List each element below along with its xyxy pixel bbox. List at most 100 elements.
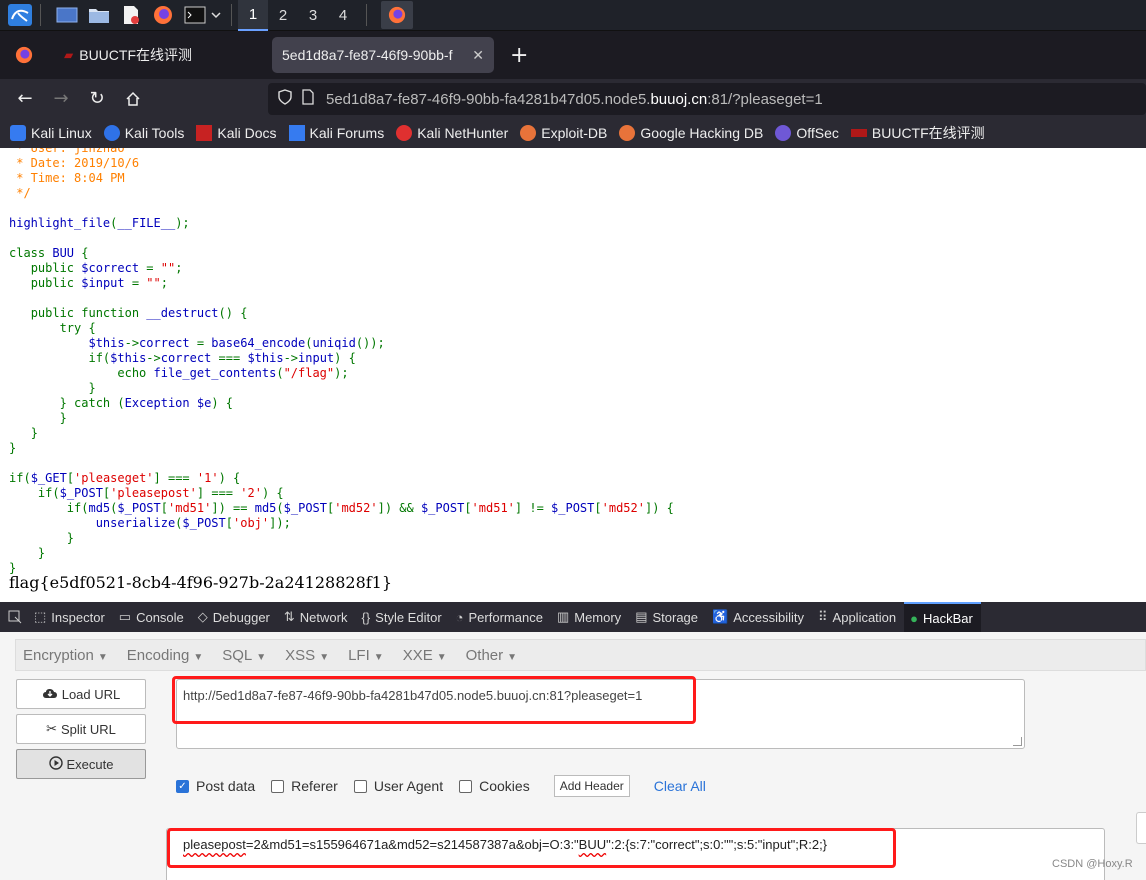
tab-label: 5ed1d8a7-fe87-46f9-90bb-f [282, 47, 453, 63]
bookmarks-toolbar: Kali Linux Kali Tools Kali Docs Kali For… [0, 118, 1146, 148]
shield-icon[interactable] [278, 89, 292, 109]
highlight-box-post [167, 828, 896, 868]
bookmark-kali-forums[interactable]: Kali Forums [288, 125, 384, 141]
forward-arrow-icon[interactable]: → [47, 85, 75, 113]
menu-encryption[interactable]: Encryption ▼ [23, 647, 108, 664]
tab-accessibility[interactable]: ♿ Accessibility [706, 602, 812, 632]
page-icon[interactable] [302, 89, 314, 109]
ghdb-icon [619, 125, 636, 141]
firefox-window-icon[interactable] [381, 1, 413, 29]
menu-xxe[interactable]: XXE ▼ [403, 647, 447, 664]
page-content: * User: jinzhao * Date: 2019/10/6 * Time… [0, 148, 1146, 602]
close-icon[interactable]: ✕ [472, 47, 484, 64]
checkbox-box [353, 779, 367, 793]
cookies-checkbox[interactable]: Cookies [459, 778, 530, 794]
menu-lfi[interactable]: LFI ▼ [348, 647, 384, 664]
caret-down-icon: ▼ [193, 651, 204, 663]
tab-debugger[interactable]: ◇ Debugger [192, 602, 278, 632]
caret-down-icon: ▼ [256, 651, 267, 663]
tab-hackbar[interactable]: ● HackBar [904, 602, 981, 632]
request-options: ✓ Post data Referer User Agent Cookies Ad… [176, 775, 706, 797]
chevron-down-icon[interactable] [209, 4, 223, 26]
menu-other[interactable]: Other ▼ [466, 647, 517, 664]
file-manager-icon[interactable] [87, 4, 111, 26]
inspector-icon: ⬚ [34, 609, 47, 624]
new-tab-button[interactable]: + [510, 43, 528, 68]
referer-checkbox[interactable]: Referer [271, 778, 338, 794]
taskbar-separator [40, 4, 41, 26]
add-header-button[interactable]: Add Header [553, 775, 630, 797]
bookmark-google-hacking-db[interactable]: Google Hacking DB [619, 125, 763, 141]
firefox-view-icon[interactable] [12, 44, 36, 66]
buuctf-favicon-icon: ▰ [64, 48, 74, 62]
highlight-box-url [172, 676, 696, 724]
caret-down-icon: ▼ [97, 651, 108, 663]
checkbox-box [459, 779, 473, 793]
debugger-icon: ◇ [197, 609, 208, 624]
application-icon: ⠿ [818, 609, 828, 624]
terminal-icon[interactable] [183, 4, 207, 26]
user-agent-checkbox[interactable]: User Agent [353, 778, 443, 794]
tab-buuctf[interactable]: ▰ BUUCTF在线评测 [54, 37, 266, 73]
split-url-button[interactable]: ✂ Split URL [16, 714, 146, 744]
tab-network[interactable]: ⇅ Network [278, 602, 356, 632]
reload-icon[interactable]: ↻ [83, 85, 111, 113]
tab-style-editor[interactable]: {} Style Editor [355, 602, 449, 632]
url-bar[interactable]: 5ed1d8a7-fe87-46f9-90bb-fa4281b47d05.nod… [268, 83, 1146, 115]
flag-output: flag{e5df0521-8cb4-4f96-927b-2a24128828f… [9, 573, 393, 592]
execute-button[interactable]: Execute [16, 749, 146, 779]
load-url-button[interactable]: Load URL [16, 679, 146, 709]
hackbar-menu: Encryption ▼ Encoding ▼ SQL ▼ XSS ▼ LFI ▼ XXE… [15, 639, 1146, 671]
caret-down-icon: ▼ [436, 651, 447, 663]
desktop-icon[interactable] [55, 4, 79, 26]
checkbox-box [271, 779, 285, 793]
tab-inspector[interactable]: ⬚ Inspector [28, 602, 113, 632]
hackbar-panel: Encryption ▼ Encoding ▼ SQL ▼ XSS ▼ LFI ▼ XXE… [0, 632, 1146, 880]
bookmark-kali-linux[interactable]: Kali Linux [10, 125, 92, 141]
workspace-2[interactable]: 2 [268, 0, 298, 31]
firefox-icon[interactable] [151, 4, 175, 26]
caret-down-icon: ▼ [319, 651, 330, 663]
bookmark-kali-nethunter[interactable]: Kali NetHunter [396, 125, 508, 141]
side-button-stub[interactable] [1136, 812, 1146, 844]
clear-all-link[interactable]: Clear All [654, 778, 706, 794]
watermark: CSDN @Hoxy.R [1052, 858, 1133, 870]
tab-console[interactable]: ▭ Console [113, 602, 192, 632]
kali-menu-icon[interactable] [8, 4, 32, 26]
workspace-4[interactable]: 4 [328, 0, 358, 31]
exploit-db-icon [520, 125, 537, 141]
devtools-toolbar: ⬚ Inspector ▭ Console ◇ Debugger ⇅ Network {… [0, 602, 1146, 632]
post-data-checkbox[interactable]: ✓ Post data [176, 778, 255, 794]
bookmark-buuctf[interactable]: BUUCTF在线评测 [850, 123, 985, 143]
offsec-icon [775, 125, 792, 141]
tab-memory[interactable]: ▥ Memory [551, 602, 629, 632]
caret-down-icon: ▼ [373, 651, 384, 663]
bookmark-kali-tools[interactable]: Kali Tools [103, 125, 184, 141]
style-editor-icon: {} [361, 609, 371, 625]
text-editor-icon[interactable] [119, 4, 143, 26]
tab-challenge[interactable]: 5ed1d8a7-fe87-46f9-90bb-f ✕ [272, 37, 494, 73]
bookmark-exploit-db[interactable]: Exploit-DB [520, 125, 607, 141]
bookmark-offsec[interactable]: OffSec [775, 125, 839, 141]
workspace-3[interactable]: 3 [298, 0, 328, 31]
url-suffix: :81/?pleaseget=1 [707, 90, 823, 108]
back-arrow-icon[interactable]: ← [11, 85, 39, 113]
check-icon: ✓ [176, 779, 189, 793]
devtools-picker-icon[interactable] [0, 602, 28, 632]
storage-icon: ▤ [635, 609, 648, 624]
menu-xss[interactable]: XSS ▼ [285, 647, 329, 664]
workspace-1[interactable]: 1 [238, 0, 268, 31]
tab-performance[interactable]: ◔ Performance [450, 602, 551, 632]
network-icon: ⇅ [283, 609, 295, 624]
kali-icon [10, 125, 26, 141]
menu-sql[interactable]: SQL ▼ [222, 647, 266, 664]
menu-encoding[interactable]: Encoding ▼ [127, 647, 203, 664]
bookmark-kali-docs[interactable]: Kali Docs [196, 125, 277, 141]
os-taskbar: 1 2 3 4 [0, 0, 1146, 31]
tab-application[interactable]: ⠿ Application [812, 602, 904, 632]
tab-storage[interactable]: ▤ Storage [629, 602, 706, 632]
home-icon[interactable] [119, 85, 147, 113]
taskbar-separator [231, 4, 232, 26]
url-prefix: 5ed1d8a7-fe87-46f9-90bb-fa4281b47d05.nod… [326, 90, 651, 108]
performance-icon: ◔ [455, 609, 464, 625]
